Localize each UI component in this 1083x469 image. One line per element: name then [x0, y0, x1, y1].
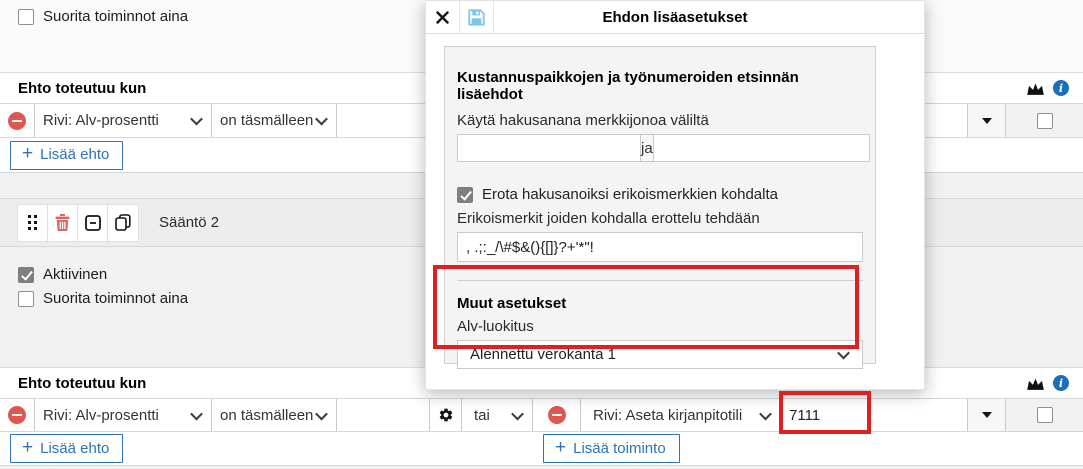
rule-toolbar — [17, 204, 139, 242]
active-checkbox[interactable] — [18, 267, 34, 283]
active-label: Aktiivinen — [43, 266, 107, 283]
chevron-down-icon — [190, 113, 203, 126]
chevron-down-icon — [511, 407, 524, 420]
modal-panel: Kustannuspaikkojen ja työnumeroiden etsi… — [444, 46, 876, 364]
info-icon[interactable]: i — [1053, 375, 1069, 391]
condition-row-bottom: Rivi: Alv-prosentti on täsmälleen tai Ri… — [0, 399, 1083, 432]
section-title: Ehto toteutuu kun — [18, 80, 146, 97]
action-value-picker[interactable] — [968, 399, 1006, 431]
remove-condition-button[interactable] — [8, 112, 26, 130]
action-check-cell — [1006, 399, 1083, 431]
condition-value-input[interactable] — [337, 399, 429, 431]
additional-settings-modal: Ehdon lisäasetukset Kustannuspaikkojen j… — [425, 0, 925, 390]
range-input-group: ja — [457, 134, 863, 162]
other-settings-heading: Muut asetukset — [457, 295, 863, 312]
chevron-down-icon — [190, 407, 203, 420]
action-value-picker[interactable] — [968, 104, 1006, 137]
copy-rule-button[interactable] — [108, 205, 138, 241]
rule-title: Sääntö 2 — [159, 214, 219, 231]
split-checkbox[interactable] — [457, 187, 473, 203]
condition-field-dropdown[interactable]: Rivi: Alv-prosentti — [35, 399, 212, 431]
triangle-down-icon — [982, 412, 992, 418]
always-run-checkbox[interactable] — [18, 9, 34, 25]
delete-rule-button[interactable] — [48, 205, 78, 241]
vat-classification-label: Alv-luokitus — [457, 318, 863, 335]
range-to-input[interactable] — [654, 134, 870, 162]
add-condition-button[interactable]: + Lisää ehto — [10, 141, 123, 170]
action-check-cell — [1006, 104, 1083, 137]
range-label: Käytä hakusanana merkkijonoa väliltä — [457, 112, 863, 129]
remove-action-cell — [533, 399, 581, 431]
chevron-down-icon — [315, 407, 328, 420]
condition-value-cell — [337, 399, 430, 431]
add-action-label: Lisää toiminto — [573, 440, 666, 457]
condition-operator-value: on täsmälleen — [220, 112, 317, 129]
save-button[interactable] — [460, 1, 494, 33]
special-chars-label: Erikoismerkit joiden kohdalla erottelu t… — [457, 210, 863, 227]
action-field-dropdown[interactable]: Rivi: Aseta kirjanpitotili — [581, 399, 781, 431]
always-run-rule-label: Suorita toiminnot aina — [43, 290, 188, 307]
connector-value: tai — [474, 407, 513, 424]
collapse-rule-button[interactable] — [78, 205, 108, 241]
chevron-down-icon — [315, 113, 328, 126]
drag-handle[interactable] — [18, 205, 48, 241]
section-title: Ehto toteutuu kun — [18, 375, 146, 392]
add-condition-label: Lisää ehto — [40, 440, 109, 457]
crown-icon — [1026, 81, 1045, 96]
close-button[interactable] — [426, 1, 460, 33]
range-join-label: ja — [640, 134, 654, 162]
range-from-input[interactable] — [457, 134, 640, 162]
button-row-bottom: + Lisää ehto + Lisää toiminto — [0, 432, 1083, 466]
condition-operator-dropdown[interactable]: on täsmälleen — [212, 399, 337, 431]
info-icon[interactable]: i — [1053, 80, 1069, 96]
vat-classification-value: Alennettu verokanta 1 — [470, 346, 839, 363]
condition-field-value: Rivi: Alv-prosentti — [43, 112, 192, 129]
plus-icon: + — [22, 438, 33, 457]
add-condition-label: Lisää ehto — [40, 146, 109, 163]
condition-field-dropdown[interactable]: Rivi: Alv-prosentti — [35, 104, 212, 137]
crown-icon — [1026, 376, 1045, 391]
action-checkbox[interactable] — [1037, 407, 1053, 423]
remove-action-button[interactable] — [548, 406, 566, 424]
always-run-rule-checkbox[interactable] — [18, 291, 34, 307]
action-field-value: Rivi: Aseta kirjanpitotili — [593, 407, 761, 424]
remove-condition-cell — [0, 104, 35, 137]
always-run-label: Suorita toiminnot aina — [43, 8, 188, 25]
always-run-rule-row: Suorita toiminnot aina — [18, 290, 188, 307]
action-checkbox[interactable] — [1037, 113, 1053, 129]
special-chars-input[interactable] — [457, 232, 863, 262]
always-run-top-row: Suorita toiminnot aina — [18, 8, 188, 25]
condition-operator-dropdown[interactable]: on täsmälleen — [212, 104, 337, 137]
condition-operator-value: on täsmälleen — [220, 407, 317, 424]
connector-dropdown[interactable]: tai — [462, 399, 533, 431]
split-label: Erota hakusanoiksi erikoismerkkien kohda… — [482, 186, 778, 203]
chevron-down-icon — [837, 347, 850, 360]
plus-icon: + — [555, 438, 566, 457]
search-settings-heading: Kustannuspaikkojen ja työnumeroiden etsi… — [457, 69, 863, 103]
condition-settings-button[interactable] — [430, 399, 462, 431]
modal-title: Ehdon lisäasetukset — [426, 1, 924, 33]
condition-field-value: Rivi: Alv-prosentti — [43, 407, 192, 424]
add-condition-button[interactable]: + Lisää ehto — [10, 434, 123, 463]
active-row: Aktiivinen — [18, 266, 107, 283]
remove-condition-button[interactable] — [8, 406, 26, 424]
triangle-down-icon — [982, 118, 992, 124]
modal-header: Ehdon lisäasetukset — [426, 1, 924, 34]
panel-divider — [457, 280, 863, 281]
remove-condition-cell — [0, 399, 35, 431]
chevron-down-icon — [759, 407, 772, 420]
action-value-cell — [781, 399, 968, 431]
add-action-button[interactable]: + Lisää toiminto — [543, 434, 680, 463]
action-value-input[interactable] — [781, 399, 967, 431]
plus-icon: + — [22, 144, 33, 163]
split-row: Erota hakusanoiksi erikoismerkkien kohda… — [457, 186, 863, 203]
vat-classification-dropdown[interactable]: Alennettu verokanta 1 — [457, 340, 863, 369]
